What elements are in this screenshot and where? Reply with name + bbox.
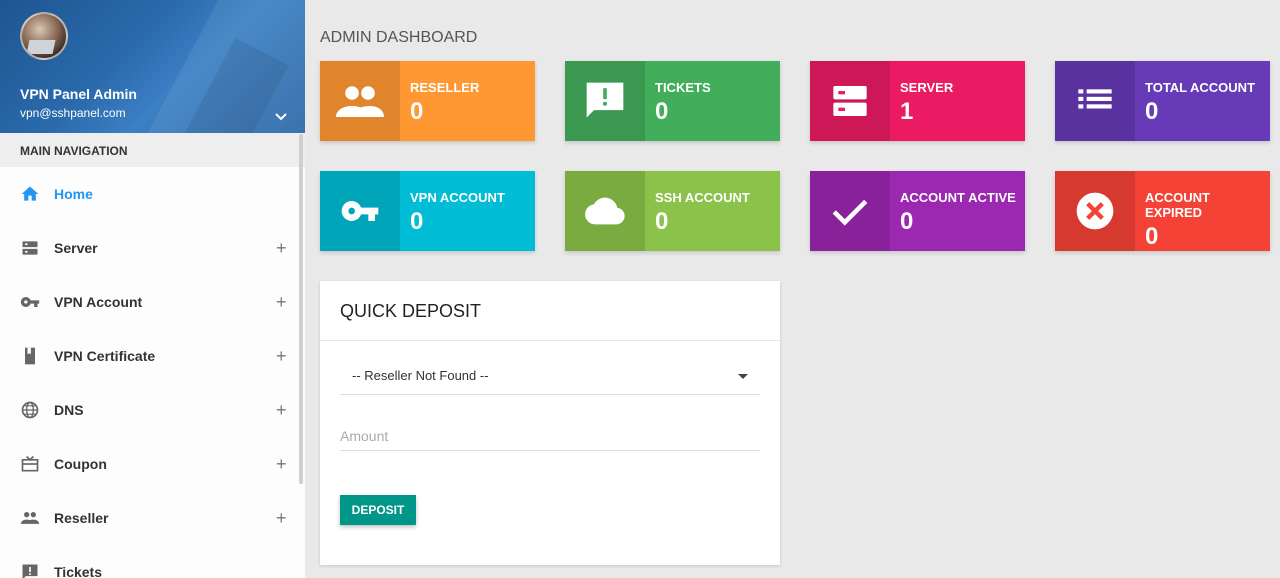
- sidebar-item-reseller[interactable]: Reseller +: [0, 491, 305, 545]
- sidebar-item-label: Coupon: [54, 456, 107, 472]
- card-value: 0: [410, 208, 424, 235]
- people-icon: [20, 508, 40, 528]
- feedback-icon: [565, 61, 645, 141]
- sidebar: VPN Panel Admin vpn@sshpanel.com MAIN NA…: [0, 0, 305, 578]
- expand-icon[interactable]: +: [276, 347, 287, 365]
- sidebar-item-label: Server: [54, 240, 98, 256]
- quick-deposit-panel: QUICK DEPOSIT -- Reseller Not Found -- D…: [320, 281, 780, 565]
- card-label: VPN ACCOUNT: [410, 190, 505, 205]
- key-icon: [20, 292, 40, 312]
- cancel-icon: [1055, 171, 1135, 251]
- sidebar-item-coupon[interactable]: Coupon +: [0, 437, 305, 491]
- sidebar-item-label: VPN Certificate: [54, 348, 156, 364]
- card-value: 0: [900, 208, 914, 235]
- card-value: 0: [655, 98, 669, 125]
- people-icon: [320, 61, 400, 141]
- sidebar-scrollbar[interactable]: [299, 134, 303, 484]
- card-label: RESELLER: [410, 80, 480, 95]
- cloud-icon: [565, 171, 645, 251]
- card-value: 0: [1145, 98, 1159, 125]
- card-label: SSH ACCOUNT: [655, 190, 750, 205]
- check-icon: [810, 171, 890, 251]
- sidebar-item-vpn-account[interactable]: VPN Account +: [0, 275, 305, 329]
- sidebar-item-label: DNS: [54, 402, 84, 418]
- card-label: TOTAL ACCOUNT: [1145, 80, 1256, 95]
- expand-icon[interactable]: +: [276, 509, 287, 527]
- reseller-select[interactable]: -- Reseller Not Found --: [340, 363, 760, 395]
- user-email: vpn@sshpanel.com: [20, 106, 126, 120]
- home-icon: [20, 184, 40, 204]
- page-title: ADMIN DASHBOARD: [320, 29, 478, 46]
- card-account-expired[interactable]: ACCOUNT EXPIRED 0: [1055, 171, 1270, 251]
- card-reseller[interactable]: RESELLER 0: [320, 61, 535, 141]
- card-value: 0: [1145, 223, 1159, 250]
- nav-header: MAIN NAVIGATION: [0, 133, 305, 167]
- card-label: ACCOUNT ACTIVE: [900, 190, 1016, 205]
- sidebar-menu: Home Server + VPN Account + VPN Certific…: [0, 167, 305, 578]
- expand-icon[interactable]: +: [276, 293, 287, 311]
- sidebar-item-label: VPN Account: [54, 294, 143, 310]
- sidebar-item-vpn-certificate[interactable]: VPN Certificate +: [0, 329, 305, 383]
- card-server[interactable]: SERVER 1: [810, 61, 1025, 141]
- card-vpn-account[interactable]: VPN ACCOUNT 0: [320, 171, 535, 251]
- server-icon: [20, 238, 40, 258]
- expand-icon[interactable]: +: [276, 455, 287, 473]
- sidebar-item-label: Tickets: [54, 564, 102, 578]
- caret-down-icon: [738, 374, 748, 379]
- expand-icon[interactable]: +: [276, 239, 287, 257]
- key-icon: [320, 171, 400, 251]
- coupon-icon: [20, 454, 40, 474]
- reseller-select-value: -- Reseller Not Found --: [352, 368, 489, 383]
- sidebar-item-label: Home: [54, 186, 93, 202]
- card-value: 1: [900, 98, 914, 125]
- card-total-account[interactable]: TOTAL ACCOUNT 0: [1055, 61, 1270, 141]
- list-icon: [1055, 61, 1135, 141]
- globe-icon: [20, 400, 40, 420]
- card-label: ACCOUNT EXPIRED: [1145, 190, 1210, 220]
- card-value: 0: [655, 208, 669, 235]
- sidebar-item-label: Reseller: [54, 510, 109, 526]
- sidebar-item-tickets[interactable]: Tickets: [0, 545, 305, 578]
- card-value: 0: [410, 98, 424, 125]
- card-label: TICKETS: [655, 80, 711, 95]
- sidebar-item-dns[interactable]: DNS +: [0, 383, 305, 437]
- ticket-icon: [20, 562, 40, 578]
- card-account-active[interactable]: ACCOUNT ACTIVE 0: [810, 171, 1025, 251]
- card-label: SERVER: [900, 80, 954, 95]
- sidebar-item-server[interactable]: Server +: [0, 221, 305, 275]
- deposit-button[interactable]: DEPOSIT: [340, 495, 416, 525]
- card-tickets[interactable]: TICKETS 0: [565, 61, 780, 141]
- certificate-icon: [20, 346, 40, 366]
- user-panel: VPN Panel Admin vpn@sshpanel.com: [0, 0, 305, 133]
- chevron-down-icon[interactable]: [272, 108, 290, 126]
- avatar[interactable]: [20, 12, 68, 60]
- divider: [320, 340, 780, 341]
- panel-title: QUICK DEPOSIT: [340, 301, 482, 321]
- amount-input[interactable]: [340, 421, 760, 451]
- expand-icon[interactable]: +: [276, 401, 287, 419]
- server-icon: [810, 61, 890, 141]
- sidebar-item-home[interactable]: Home: [0, 167, 305, 221]
- card-ssh-account[interactable]: SSH ACCOUNT 0: [565, 171, 780, 251]
- user-name: VPN Panel Admin: [20, 86, 137, 102]
